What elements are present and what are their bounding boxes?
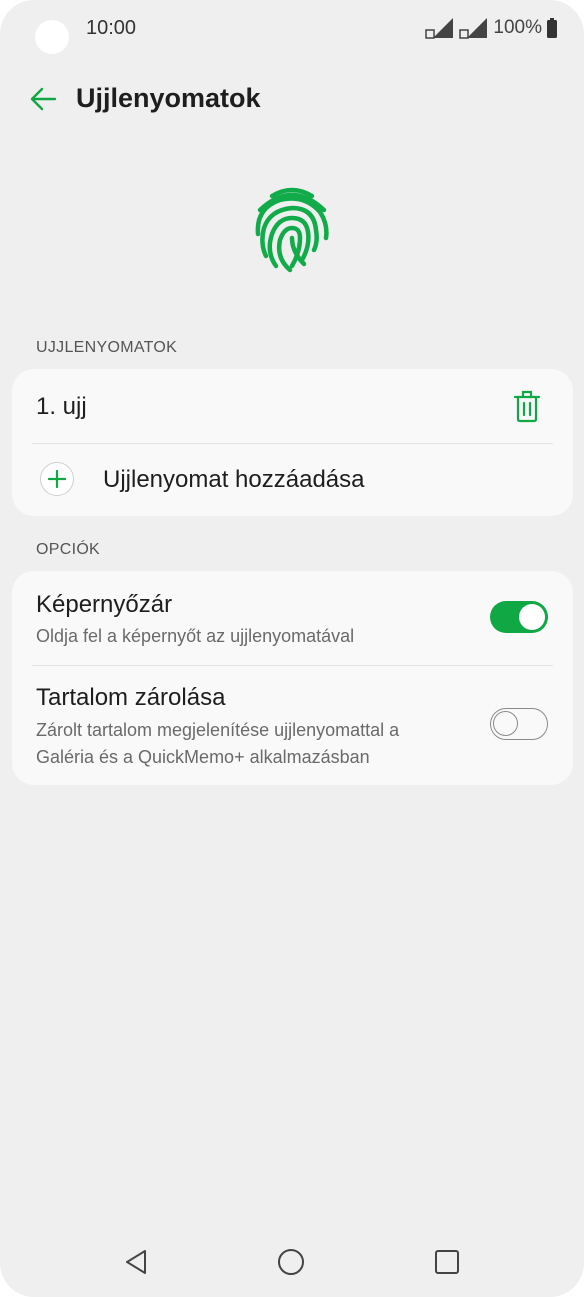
content-lock-subtitle: Zárolt tartalom megjelenítése ujjlenyoma… xyxy=(36,720,400,767)
status-time: 10:00 xyxy=(86,17,137,39)
screen-lock-row[interactable]: Képernyőzár Oldja fel a képernyőt az ujj… xyxy=(12,571,573,665)
nav-back-button[interactable] xyxy=(116,1242,156,1282)
toggle-knob xyxy=(519,604,545,630)
fingerprint-icon xyxy=(255,187,329,273)
add-fingerprint-row[interactable]: Ujjlenyomat hozzáadása xyxy=(12,444,573,516)
screen: 10:00 100% Ujjlenyomatok UJJLENYOMATOK 1… xyxy=(0,0,584,1297)
navigation-bar xyxy=(0,1230,584,1294)
battery-percent: 100% xyxy=(493,17,542,38)
content-lock-title: Tartalom zárolása xyxy=(36,684,226,711)
screen-lock-title: Képernyőzár xyxy=(36,591,173,618)
camera-cutout xyxy=(35,20,69,54)
triangle-back-icon xyxy=(126,1250,146,1274)
options-card: Képernyőzár Oldja fel a képernyőt az ujj… xyxy=(12,571,573,785)
section-label-options: OPCIÓK xyxy=(36,541,101,558)
content-lock-toggle[interactable] xyxy=(490,708,548,740)
circle-home-icon xyxy=(278,1249,304,1275)
sim2-signal-icon xyxy=(459,17,489,39)
content-lock-row[interactable]: Tartalom zárolása Zárolt tartalom megjel… xyxy=(12,666,573,785)
add-fingerprint-label: Ujjlenyomat hozzáadása xyxy=(103,466,365,493)
toggle-knob xyxy=(493,711,518,736)
page-title: Ujjlenyomatok xyxy=(76,83,261,113)
square-recents-icon xyxy=(435,1250,459,1274)
back-button[interactable] xyxy=(26,82,60,116)
fingerprint-row[interactable]: 1. ujj xyxy=(12,369,573,443)
fingerprints-card: 1. ujj Ujjlenyomat hozzáadása xyxy=(12,369,573,516)
status-bar: 10:00 100% xyxy=(0,0,584,60)
nav-recents-button[interactable] xyxy=(427,1242,467,1282)
screen-lock-toggle[interactable] xyxy=(490,601,548,633)
plus-icon xyxy=(40,462,74,496)
app-header: Ujjlenyomatok xyxy=(0,78,584,122)
nav-home-button[interactable] xyxy=(271,1242,311,1282)
screen-lock-subtitle: Oldja fel a képernyőt az ujjlenyomatával xyxy=(36,626,355,646)
arrow-left-icon xyxy=(30,87,57,111)
section-label-fingerprints: UJJLENYOMATOK xyxy=(36,339,178,356)
trash-icon[interactable] xyxy=(513,389,541,423)
status-icons: 100% xyxy=(425,17,558,39)
battery-icon xyxy=(546,17,558,39)
sim1-signal-icon xyxy=(425,17,455,39)
fingerprint-label: 1. ujj xyxy=(36,393,87,420)
